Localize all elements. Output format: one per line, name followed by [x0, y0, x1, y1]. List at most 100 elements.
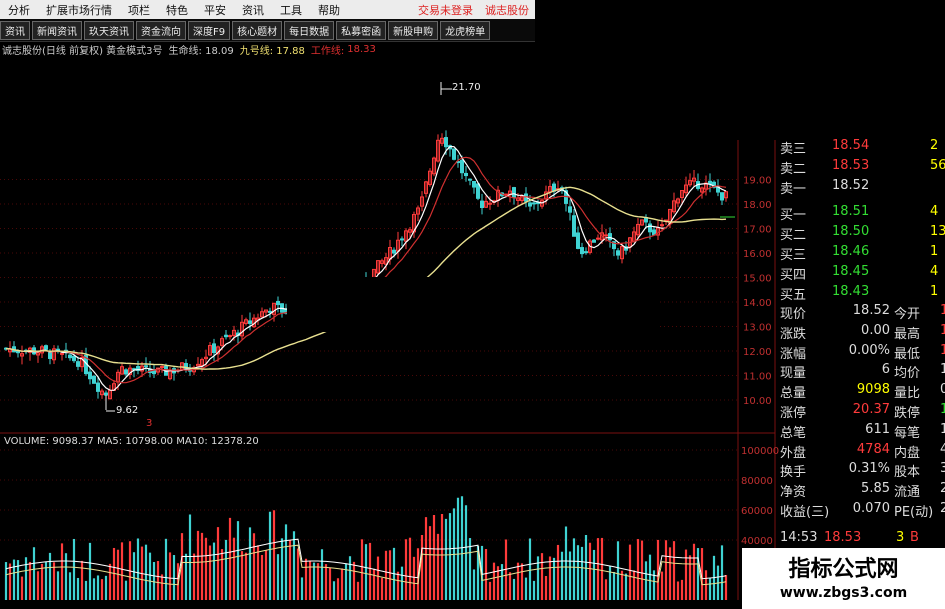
orderbook-row[interactable]: 买五 18.43 1	[780, 284, 945, 304]
candle-body	[152, 370, 156, 375]
candle-body	[160, 366, 164, 369]
orderbook-price: 18.53	[832, 158, 870, 173]
volume-tick-label: 100000	[741, 446, 779, 457]
candle-body	[60, 352, 64, 355]
stat-label-2: 最低	[894, 346, 921, 362]
stat-label-2: 量比	[894, 386, 921, 402]
candle-body	[72, 355, 76, 362]
low-annotation: 9.62	[106, 405, 138, 416]
tick-price: 18.53	[824, 530, 862, 545]
stat-label: 现量	[780, 366, 807, 382]
orderbook-volume: 56	[930, 158, 945, 173]
candle-body	[596, 237, 600, 240]
orderbook-volume: 1	[930, 284, 939, 299]
orderbook-row[interactable]: 买四 18.45 4	[780, 264, 945, 284]
candle-body	[468, 178, 472, 181]
candle-body	[452, 148, 456, 160]
stat-value: 5.85	[861, 481, 890, 497]
candle-body	[616, 250, 620, 256]
stat-value: 611	[865, 421, 890, 437]
candle-body	[608, 233, 612, 241]
orderbook-price: 18.45	[832, 264, 870, 279]
stat-row: 总量 9098 量比 0.8	[780, 382, 945, 402]
price-tick-label: 17.00	[743, 225, 772, 236]
stat-label: 总笔	[780, 425, 807, 441]
orderbook-price: 18.52	[832, 178, 870, 193]
redacted-block	[535, 0, 945, 140]
candle-body	[96, 382, 100, 392]
stat-value: 9098	[856, 382, 890, 398]
candle-body	[400, 238, 404, 241]
orderbook-volume: 2	[930, 138, 939, 153]
price-tick-label: 18.00	[743, 200, 772, 211]
stat-value: 20.37	[852, 402, 890, 417]
orderbook-label: 卖一	[780, 182, 807, 197]
stat-value-2: 16.6	[940, 402, 945, 417]
candle-body	[76, 361, 80, 367]
orderbook-row[interactable]: 买二 18.50 135	[780, 224, 945, 244]
marker-label: 3	[146, 418, 153, 429]
stat-label-2: 每笔	[894, 425, 921, 441]
stat-label: 换手	[780, 465, 807, 481]
price-tick-label: 15.00	[743, 274, 772, 285]
candle-body	[480, 200, 484, 209]
low-value: 9.62	[116, 405, 139, 416]
orderbook-row[interactable]: 卖二 18.53 56	[780, 158, 945, 178]
candle-body	[460, 160, 464, 174]
stat-value: 4784	[856, 441, 890, 457]
stat-row: 收益(三) 0.070 PE(动) 251.	[780, 501, 945, 521]
candle-body	[48, 352, 52, 359]
orderbook-label: 买二	[780, 228, 807, 243]
candle-body	[592, 239, 596, 243]
volume-header: VOLUME: 9098.37 MA5: 10798.00 MA10: 1237…	[4, 436, 259, 447]
candle-body	[572, 215, 576, 237]
candle-body	[144, 365, 148, 368]
price-tick-label: 13.00	[743, 323, 772, 334]
candle-body	[576, 232, 580, 249]
orderbook-price: 18.51	[832, 204, 870, 219]
stat-value: 0.00	[861, 322, 890, 338]
candle-body	[44, 345, 48, 350]
price-tick-label: 19.00	[743, 176, 772, 187]
stat-row: 总笔 611 每笔 14.9	[780, 422, 945, 442]
stat-value-2: 18.3	[940, 342, 945, 358]
stat-label-2: 均价	[894, 366, 921, 382]
stat-label-2: 股本	[894, 465, 921, 481]
orderbook-label: 买四	[780, 268, 807, 283]
orderbook-row[interactable]: 卖三 18.54 2	[780, 138, 945, 158]
stat-value-2: 2.97	[940, 481, 945, 497]
stat-row: 涨停 20.37 跌停 16.6	[780, 402, 945, 422]
orderbook-label: 买一	[780, 208, 807, 223]
stat-label: 总量	[780, 386, 807, 402]
volume-tick-label: 60000	[741, 506, 773, 517]
ma5-line	[5, 145, 727, 391]
candle-body	[88, 371, 92, 380]
ma10-line	[5, 156, 727, 384]
candle-body	[648, 223, 652, 233]
stat-row: 涨跌 0.00 最高 18.5	[780, 323, 945, 343]
candle-body	[276, 300, 280, 306]
candle-body	[568, 206, 572, 213]
redacted-mask	[287, 277, 657, 332]
price-tick-label: 10.00	[743, 396, 772, 407]
candle-body	[92, 375, 96, 384]
orderbook-label: 买五	[780, 288, 807, 303]
orderbook-row[interactable]: 买一 18.51 4	[780, 204, 945, 224]
orderbook-volume: 1	[930, 244, 939, 259]
tick-time: 14:53	[780, 530, 818, 545]
stat-value-2: 18.5	[940, 303, 945, 318]
stat-value-2: 0.8	[940, 382, 945, 398]
last-tick: 14:53 18.53 3 B	[780, 530, 945, 550]
high-annotation: 21.70	[440, 82, 481, 93]
candle-body	[224, 334, 228, 338]
candle-body	[104, 392, 108, 396]
stat-label: 净资	[780, 485, 807, 501]
stat-value: 0.00%	[848, 342, 890, 358]
candle-body	[476, 183, 480, 199]
stat-value: 0.31%	[848, 461, 890, 477]
orderbook-row[interactable]: 买三 18.46 1	[780, 244, 945, 264]
stat-label-2: PE(动)	[894, 505, 934, 520]
candle-body	[488, 202, 492, 205]
stat-value-2: 3.88	[940, 461, 945, 477]
orderbook-row[interactable]: 卖一 18.52	[780, 178, 945, 198]
